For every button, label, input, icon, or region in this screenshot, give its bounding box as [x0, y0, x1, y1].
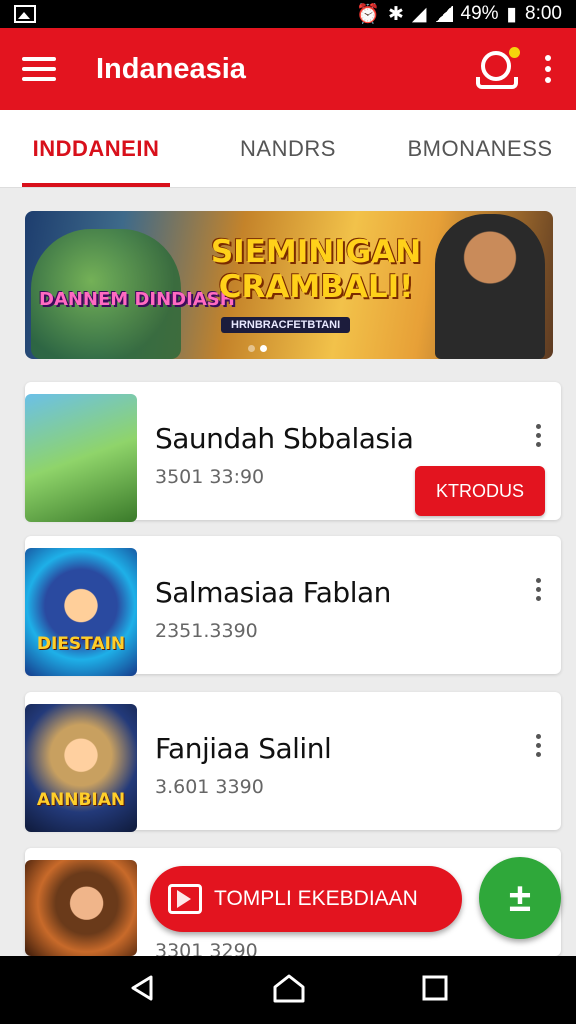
game-meta: 3.601 3390 — [155, 776, 264, 798]
back-icon[interactable] — [127, 973, 157, 1008]
alarm-icon: ⏰ — [356, 4, 380, 25]
banner-headline: SIEMINIGAN CRAMBALI! — [210, 234, 422, 305]
pager-dot — [248, 345, 255, 352]
clock: 8:00 — [525, 3, 562, 24]
game-title: Fanjiaa Salinl — [155, 732, 332, 765]
system-nav-bar — [0, 956, 576, 1024]
more-options-icon[interactable] — [536, 734, 541, 757]
achievements-icon[interactable] — [476, 47, 520, 91]
tab-2[interactable]: NANDRS — [192, 110, 384, 187]
wifi-icon: ◢ — [411, 3, 427, 25]
home-icon[interactable] — [272, 973, 306, 1008]
game-thumbnail: ANNBIAN — [25, 704, 137, 832]
overflow-menu-icon[interactable] — [542, 55, 554, 83]
game-meta: 3501 33:90 — [155, 466, 265, 488]
game-thumbnail — [25, 394, 137, 522]
menu-icon[interactable] — [22, 52, 56, 86]
add-fab[interactable]: ± — [479, 857, 561, 939]
game-action-button[interactable]: KTRODUS — [415, 466, 545, 516]
play-store-icon — [168, 884, 202, 914]
signal-icon — [434, 6, 453, 22]
gallery-notification-icon — [14, 5, 36, 23]
banner-pager — [248, 345, 267, 352]
extended-action-label: TOMPLI EKEBDIAAN — [214, 887, 418, 910]
game-thumbnail — [25, 860, 137, 956]
app-bar: Indaneasia — [0, 28, 576, 110]
game-title: Salmasiaa Fablan — [155, 576, 391, 609]
vibrate-icon: ✱ — [387, 3, 404, 25]
plus-minus-icon: ± — [509, 876, 531, 920]
extended-action-button[interactable]: TOMPLI EKEBDIAAN — [150, 866, 462, 932]
tab-1[interactable]: INDDANEIN — [0, 110, 192, 187]
game-card-3[interactable]: ANNBIAN Fanjiaa Salinl 3.601 3390 — [25, 692, 561, 832]
status-bar: ⏰ ✱ ◢ 49% ▮ 8:00 — [0, 0, 576, 28]
banner-tagline: HRNBRACFETBTANI — [221, 317, 351, 333]
game-thumbnail: DIESTAIN — [25, 548, 137, 676]
battery-level: 49% — [460, 3, 499, 24]
more-options-icon[interactable] — [536, 578, 541, 601]
tab-3[interactable]: BMONANESS — [384, 110, 576, 187]
app-title: Indaneasia — [96, 52, 246, 85]
game-title: Saundah Sbbalasia — [155, 422, 414, 455]
pager-dot-active — [260, 345, 267, 352]
thumbnail-logo: DIESTAIN — [36, 634, 126, 654]
tab-bar: INDDANEIN NANDRS BMONANESS — [0, 110, 576, 188]
notification-dot — [509, 47, 520, 58]
thumbnail-logo: ANNBIAN — [36, 790, 126, 810]
game-card-1[interactable]: Saundah Sbbalasia 3501 33:90 KTRODUS — [25, 382, 561, 522]
promo-banner[interactable]: DANNEM DINDIASH SIEMINIGAN CRAMBALI! HRN… — [25, 211, 553, 359]
game-meta: 2351.3390 — [155, 620, 258, 642]
battery-icon: ▮ — [506, 3, 518, 25]
recent-apps-icon[interactable] — [421, 974, 449, 1007]
more-options-icon[interactable] — [536, 424, 541, 447]
game-card-2[interactable]: DIESTAIN Salmasiaa Fablan 2351.3390 — [25, 536, 561, 676]
